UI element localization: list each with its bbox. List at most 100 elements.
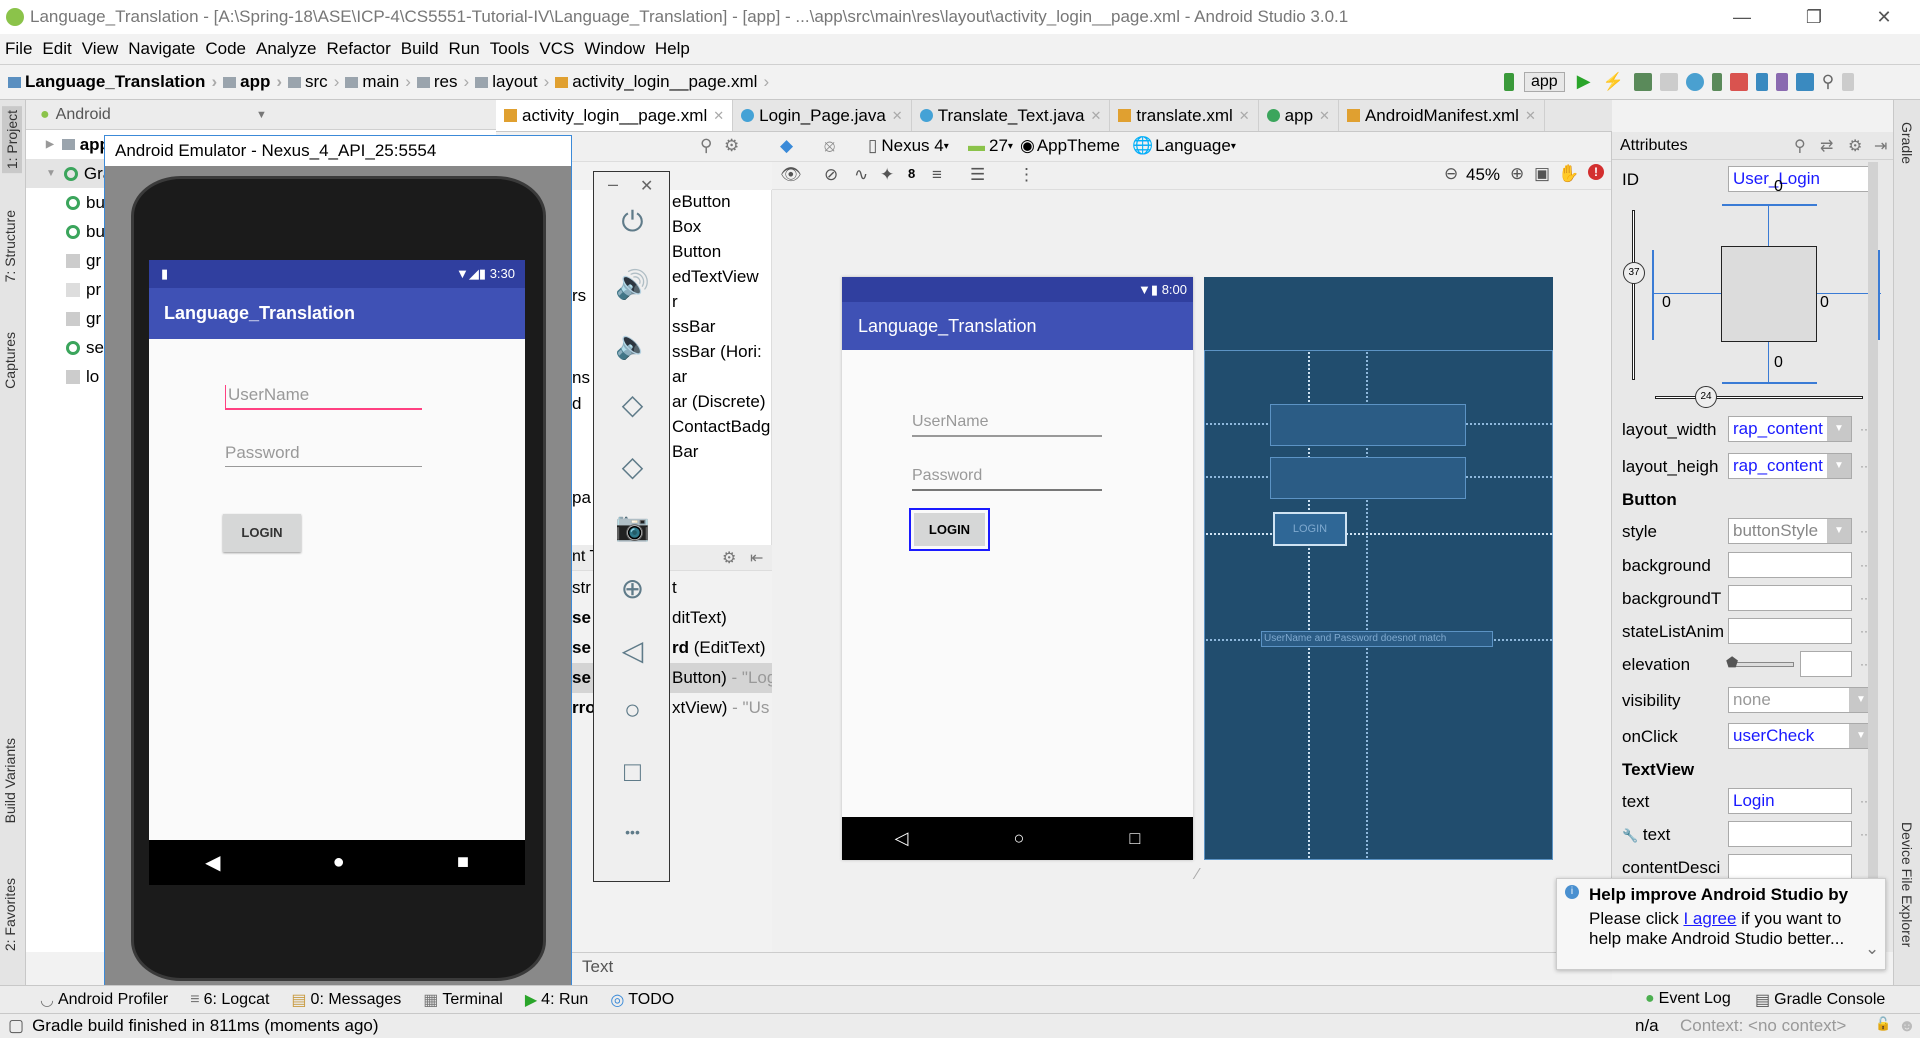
tab-activity-login-page-xml[interactable]: activity_login__page.xml ✕ [496,100,734,131]
rotate-right-icon[interactable]: ◇ [594,450,671,483]
orientation-icon[interactable]: ⦻ [824,136,835,156]
tab-project[interactable]: 1: Project [2,106,22,174]
camera-icon[interactable]: 📷 [594,510,671,543]
scrollbar[interactable] [1868,162,1878,922]
blueprint-login-button[interactable]: LOGIN [1273,512,1347,546]
tools-text-input[interactable] [1728,821,1852,847]
apply-changes-icon[interactable]: ⚡ [1603,72,1624,92]
layout-height-select[interactable]: rap_content ▼ [1728,453,1852,479]
debug-icon[interactable] [1633,72,1652,91]
i-agree-link[interactable]: I agree [1683,909,1736,928]
search-icon[interactable]: ⚲ [1794,136,1806,156]
guidelines-icon[interactable]: ⋮ [1018,165,1035,185]
background-tint-input[interactable] [1728,585,1852,611]
tab-captures[interactable]: Captures [2,332,18,389]
logcat-button[interactable]: ≡ 6: Logcat [190,991,269,1009]
design-surface-icon[interactable]: ◆ [780,136,793,156]
recents-button[interactable]: ■ [457,851,469,874]
content-description-input[interactable] [1728,854,1852,880]
text-input[interactable]: Login [1728,788,1852,814]
slider-thumb-icon[interactable]: ⬟ [1726,654,1738,671]
menu-window[interactable]: Window [579,34,649,64]
design-preview[interactable]: ▼▮ 8:00 Language_Translation UserName Pa… [842,277,1193,860]
menu-edit[interactable]: Edit [37,34,76,64]
pack-icon[interactable]: ≡ [932,165,942,185]
palette-item[interactable]: ContactBadg [672,417,770,437]
preview-password-field[interactable]: Password [912,467,1102,491]
close-tab-icon[interactable]: ✕ [892,108,903,124]
run-config-select[interactable]: app [1524,71,1565,92]
device-icon[interactable] [1711,72,1722,91]
id-input[interactable]: User_Login [1728,166,1873,192]
gear-icon[interactable]: ⚙ [724,136,739,156]
maximize-button[interactable]: ❐ [1784,0,1844,34]
blueprint-username-field[interactable] [1270,404,1466,446]
style-select[interactable]: buttonStyle ▼ [1728,518,1852,544]
menu-vcs[interactable]: VCS [534,34,579,64]
menu-navigate[interactable]: Navigate [123,34,200,64]
close-tab-icon[interactable]: ✕ [1319,108,1330,124]
palette-item[interactable]: r [672,292,678,312]
blueprint-view[interactable]: LOGIN UserName and Password doesnot matc… [1204,277,1553,860]
onclick-select[interactable]: userCheck ▼ [1728,723,1874,749]
breadcrumb-layout[interactable]: layout [475,72,549,92]
home-button[interactable]: ● [333,851,345,874]
tab-build-variants[interactable]: Build Variants [2,738,18,823]
menu-analyze[interactable]: Analyze [251,34,321,64]
minimize-button[interactable]: — [1712,0,1772,34]
palette-item[interactable]: eButton [672,192,731,212]
username-field[interactable]: UserName [225,385,422,410]
blueprint-password-field[interactable] [1270,457,1466,499]
background-input[interactable] [1728,552,1852,578]
toggle-view-icon[interactable]: ⇄ [1820,136,1833,156]
back-icon[interactable]: ◁ [594,634,671,667]
breadcrumb-file[interactable]: activity_login__page.xml [555,72,769,92]
user-icon[interactable] [1842,72,1855,91]
tab-text[interactable]: Text [582,957,613,977]
palette-category[interactable]: pa [572,488,591,508]
close-tab-icon[interactable]: ✕ [1239,108,1250,124]
tab-structure[interactable]: 7: Structure [2,210,18,282]
horizontal-bias-value[interactable]: 24 [1695,386,1717,408]
locale-select[interactable]: 🌐 Language ▾ [1132,136,1236,156]
margin-left-value[interactable]: 0 [1662,294,1671,312]
login-button[interactable]: LOGIN [223,514,301,552]
back-button[interactable]: ◀ [205,850,220,875]
close-button[interactable]: ✕ [1854,0,1914,34]
volume-down-icon[interactable]: 🔈 [594,328,671,361]
error-icon[interactable]: ! [1588,164,1604,180]
gear-icon[interactable]: ⚙ [722,548,736,568]
default-margin-value[interactable]: 8 [908,166,915,181]
palette-item[interactable]: ar (Discrete) [672,392,766,412]
sync-gradle-icon[interactable] [1755,72,1768,91]
device-select[interactable]: ▯ Nexus 4 ▾ [868,136,949,156]
state-list-animator-input[interactable] [1728,618,1852,644]
close-tab-icon[interactable]: ✕ [1525,108,1536,124]
rotate-left-icon[interactable]: ◇ [594,388,671,421]
preview-login-button[interactable]: LOGIN [914,513,985,546]
margin-top-value[interactable]: 0 [1774,178,1783,196]
menu-view[interactable]: View [77,34,124,64]
preview-login-selection[interactable]: LOGIN [909,508,990,551]
breadcrumb-project[interactable]: Language_Translation [8,72,217,92]
overview-icon[interactable]: □ [594,756,671,788]
emulator-minimize-button[interactable]: – [608,174,618,195]
palette-item[interactable]: Bar [672,442,698,462]
tab-device-file-explorer[interactable]: Device File Explorer [1899,822,1915,947]
zoom-in-icon[interactable]: ⊕ [1510,164,1524,184]
event-log-button[interactable]: ● Event Log [1645,990,1731,1008]
resize-handle-icon[interactable]: ∕ [1196,866,1199,884]
menu-code[interactable]: Code [200,34,251,64]
breadcrumb-main[interactable]: main [345,72,411,92]
search-icon[interactable]: ⚲ [700,136,712,156]
more-button[interactable]: ••• [594,824,671,840]
home-icon[interactable]: ○ [594,694,671,726]
eye-icon[interactable]: 👁 [780,165,802,185]
align-icon[interactable]: ☰ [970,165,985,185]
project-structure-icon[interactable] [1795,72,1814,91]
menu-file[interactable]: File [0,34,37,64]
breadcrumb-app[interactable]: app [223,72,282,92]
palette-category[interactable]: d [572,394,581,414]
emulator-screen[interactable]: ▮ ▼◢▮ 3:30 Language_Translation UserName … [149,260,525,885]
zoom-fit-icon[interactable]: ▣ [1534,164,1550,184]
